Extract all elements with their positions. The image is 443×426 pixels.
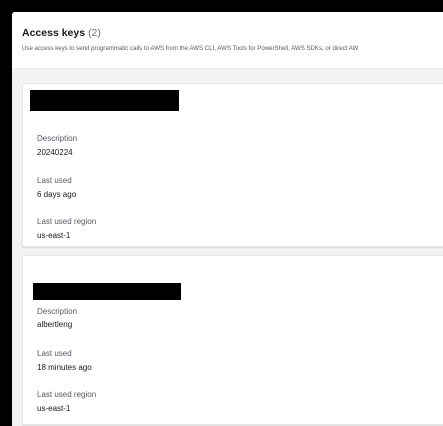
last-used-region-label: Last used region <box>37 217 97 226</box>
last-used-label: Last used <box>37 176 72 185</box>
access-key-count: (2) <box>88 27 101 39</box>
last-used-value: 6 days ago <box>37 190 77 199</box>
description-value: albertleng <box>37 320 73 329</box>
access-keys-panel: Access keys (2) Use access keys to send p… <box>12 12 443 426</box>
section-title-text: Access keys <box>22 27 86 39</box>
access-key-card: Description albertleng Last used 18 minu… <box>22 255 443 425</box>
section-title: Access keys (2) <box>22 27 101 39</box>
access-keys-header: Access keys (2) Use access keys to send p… <box>12 12 443 69</box>
redacted-access-key-id <box>30 90 179 111</box>
description-label: Description <box>37 307 78 316</box>
last-used-label: Last used <box>37 349 72 358</box>
access-key-card: Description 20240224 Last used 6 days ag… <box>22 83 443 247</box>
description-label: Description <box>37 134 78 143</box>
last-used-value: 18 minutes ago <box>37 363 92 372</box>
last-used-region-value: us-east-1 <box>37 404 71 413</box>
last-used-region-value: us-east-1 <box>37 231 71 240</box>
description-value: 20240224 <box>37 148 73 157</box>
section-description: Use access keys to send programmatic cal… <box>22 45 359 52</box>
last-used-region-label: Last used region <box>37 390 97 399</box>
redacted-access-key-id <box>33 283 181 300</box>
